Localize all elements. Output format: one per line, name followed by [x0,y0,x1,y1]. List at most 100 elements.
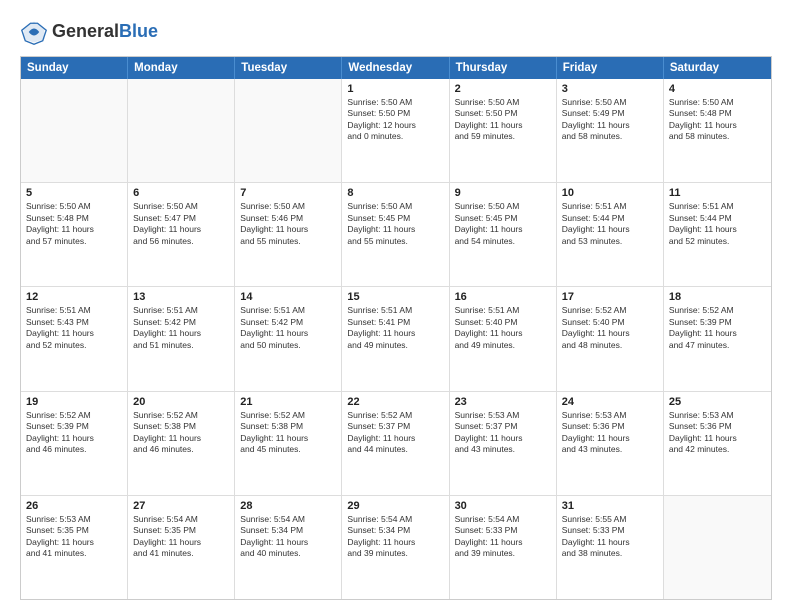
cell-line: Sunset: 5:39 PM [669,317,766,328]
cal-cell-day-7: 7Sunrise: 5:50 AMSunset: 5:46 PMDaylight… [235,183,342,286]
cell-line: Sunrise: 5:50 AM [240,201,336,212]
cell-line: and 50 minutes. [240,340,336,351]
calendar-body: 1Sunrise: 5:50 AMSunset: 5:50 PMDaylight… [21,79,771,599]
cell-line: Sunset: 5:42 PM [240,317,336,328]
cell-line: Sunset: 5:36 PM [669,421,766,432]
cal-header-day-tuesday: Tuesday [235,57,342,79]
cell-line: Sunset: 5:46 PM [240,213,336,224]
cell-line: and 0 minutes. [347,131,443,142]
cal-header-day-friday: Friday [557,57,664,79]
day-number: 12 [26,291,122,303]
day-number: 11 [669,187,766,199]
cell-line: and 55 minutes. [240,236,336,247]
cell-line: Sunset: 5:33 PM [455,525,551,536]
cal-cell-day-11: 11Sunrise: 5:51 AMSunset: 5:44 PMDayligh… [664,183,771,286]
logo-icon [20,18,48,46]
cal-cell-day-20: 20Sunrise: 5:52 AMSunset: 5:38 PMDayligh… [128,392,235,495]
page: GeneralBlue SundayMondayTuesdayWednesday… [0,0,792,612]
cell-line: Daylight: 11 hours [562,433,658,444]
cell-line: Sunrise: 5:50 AM [133,201,229,212]
cell-line: Sunrise: 5:50 AM [669,97,766,108]
cal-cell-day-5: 5Sunrise: 5:50 AMSunset: 5:48 PMDaylight… [21,183,128,286]
cell-line: Daylight: 11 hours [455,224,551,235]
cell-line: Sunrise: 5:53 AM [26,514,122,525]
day-number: 5 [26,187,122,199]
cell-line: Sunrise: 5:52 AM [240,410,336,421]
day-number: 14 [240,291,336,303]
cell-line: and 51 minutes. [133,340,229,351]
cal-cell-day-31: 31Sunrise: 5:55 AMSunset: 5:33 PMDayligh… [557,496,664,599]
cell-line: Sunrise: 5:51 AM [26,305,122,316]
cell-line: Sunset: 5:50 PM [347,108,443,119]
cal-week-1: 5Sunrise: 5:50 AMSunset: 5:48 PMDaylight… [21,183,771,287]
cal-cell-day-26: 26Sunrise: 5:53 AMSunset: 5:35 PMDayligh… [21,496,128,599]
cell-line: Daylight: 11 hours [133,537,229,548]
cell-line: and 45 minutes. [240,444,336,455]
cell-line: Sunset: 5:42 PM [133,317,229,328]
cell-line: Sunset: 5:49 PM [562,108,658,119]
cell-line: and 42 minutes. [669,444,766,455]
day-number: 31 [562,500,658,512]
cell-line: and 54 minutes. [455,236,551,247]
cell-line: and 55 minutes. [347,236,443,247]
cal-cell-day-9: 9Sunrise: 5:50 AMSunset: 5:45 PMDaylight… [450,183,557,286]
cell-line: Daylight: 11 hours [133,224,229,235]
cell-line: and 56 minutes. [133,236,229,247]
cell-line: Sunset: 5:35 PM [26,525,122,536]
cell-line: Sunrise: 5:50 AM [26,201,122,212]
cell-line: Daylight: 11 hours [455,433,551,444]
cal-cell-empty [664,496,771,599]
cell-line: Sunrise: 5:51 AM [240,305,336,316]
day-number: 6 [133,187,229,199]
cell-line: Daylight: 11 hours [26,328,122,339]
cell-line: Sunrise: 5:52 AM [347,410,443,421]
cell-line: Daylight: 11 hours [562,120,658,131]
day-number: 24 [562,396,658,408]
cell-line: Sunrise: 5:50 AM [562,97,658,108]
cell-line: Daylight: 11 hours [240,328,336,339]
cell-line: Sunrise: 5:51 AM [455,305,551,316]
day-number: 21 [240,396,336,408]
cell-line: Sunrise: 5:53 AM [562,410,658,421]
cell-line: Daylight: 11 hours [240,433,336,444]
cell-line: Sunset: 5:48 PM [669,108,766,119]
cell-line: Sunset: 5:48 PM [26,213,122,224]
calendar: SundayMondayTuesdayWednesdayThursdayFrid… [20,56,772,600]
day-number: 4 [669,83,766,95]
day-number: 26 [26,500,122,512]
cell-line: Daylight: 11 hours [240,224,336,235]
cell-line: Sunset: 5:38 PM [240,421,336,432]
cell-line: Daylight: 11 hours [669,120,766,131]
cal-cell-day-4: 4 Sunrise: 5:50 AMSunset: 5:48 PMDaylight… [664,79,771,182]
cell-line: Sunset: 5:44 PM [562,213,658,224]
cell-line: Daylight: 11 hours [455,120,551,131]
logo-text: GeneralBlue [52,22,158,42]
cell-line: Daylight: 11 hours [455,537,551,548]
cell-line: Sunrise: 5:54 AM [455,514,551,525]
cell-line: and 59 minutes. [455,131,551,142]
cal-cell-day-6: 6Sunrise: 5:50 AMSunset: 5:47 PMDaylight… [128,183,235,286]
cell-line: and 47 minutes. [669,340,766,351]
cal-cell-day-17: 17Sunrise: 5:52 AMSunset: 5:40 PMDayligh… [557,287,664,390]
cal-cell-day-22: 22Sunrise: 5:52 AMSunset: 5:37 PMDayligh… [342,392,449,495]
cal-cell-day-12: 12Sunrise: 5:51 AMSunset: 5:43 PMDayligh… [21,287,128,390]
cal-cell-day-29: 29Sunrise: 5:54 AMSunset: 5:34 PMDayligh… [342,496,449,599]
cal-cell-day-24: 24Sunrise: 5:53 AMSunset: 5:36 PMDayligh… [557,392,664,495]
cell-line: and 49 minutes. [455,340,551,351]
cell-line: and 58 minutes. [562,131,658,142]
cal-cell-day-16: 16Sunrise: 5:51 AMSunset: 5:40 PMDayligh… [450,287,557,390]
cell-line: Sunrise: 5:53 AM [669,410,766,421]
day-number: 13 [133,291,229,303]
day-number: 30 [455,500,551,512]
cell-line: Daylight: 11 hours [347,433,443,444]
cell-line: Sunset: 5:33 PM [562,525,658,536]
day-number: 15 [347,291,443,303]
cal-header-day-saturday: Saturday [664,57,771,79]
cal-cell-empty [128,79,235,182]
cal-cell-day-30: 30 Sunrise: 5:54 AMSunset: 5:33 PMDayligh… [450,496,557,599]
cal-cell-day-14: 14 Sunrise: 5:51 AMSunset: 5:42 PMDayligh… [235,287,342,390]
header: GeneralBlue [20,18,772,46]
cell-line: Daylight: 11 hours [133,328,229,339]
day-number: 25 [669,396,766,408]
cal-cell-empty [235,79,342,182]
